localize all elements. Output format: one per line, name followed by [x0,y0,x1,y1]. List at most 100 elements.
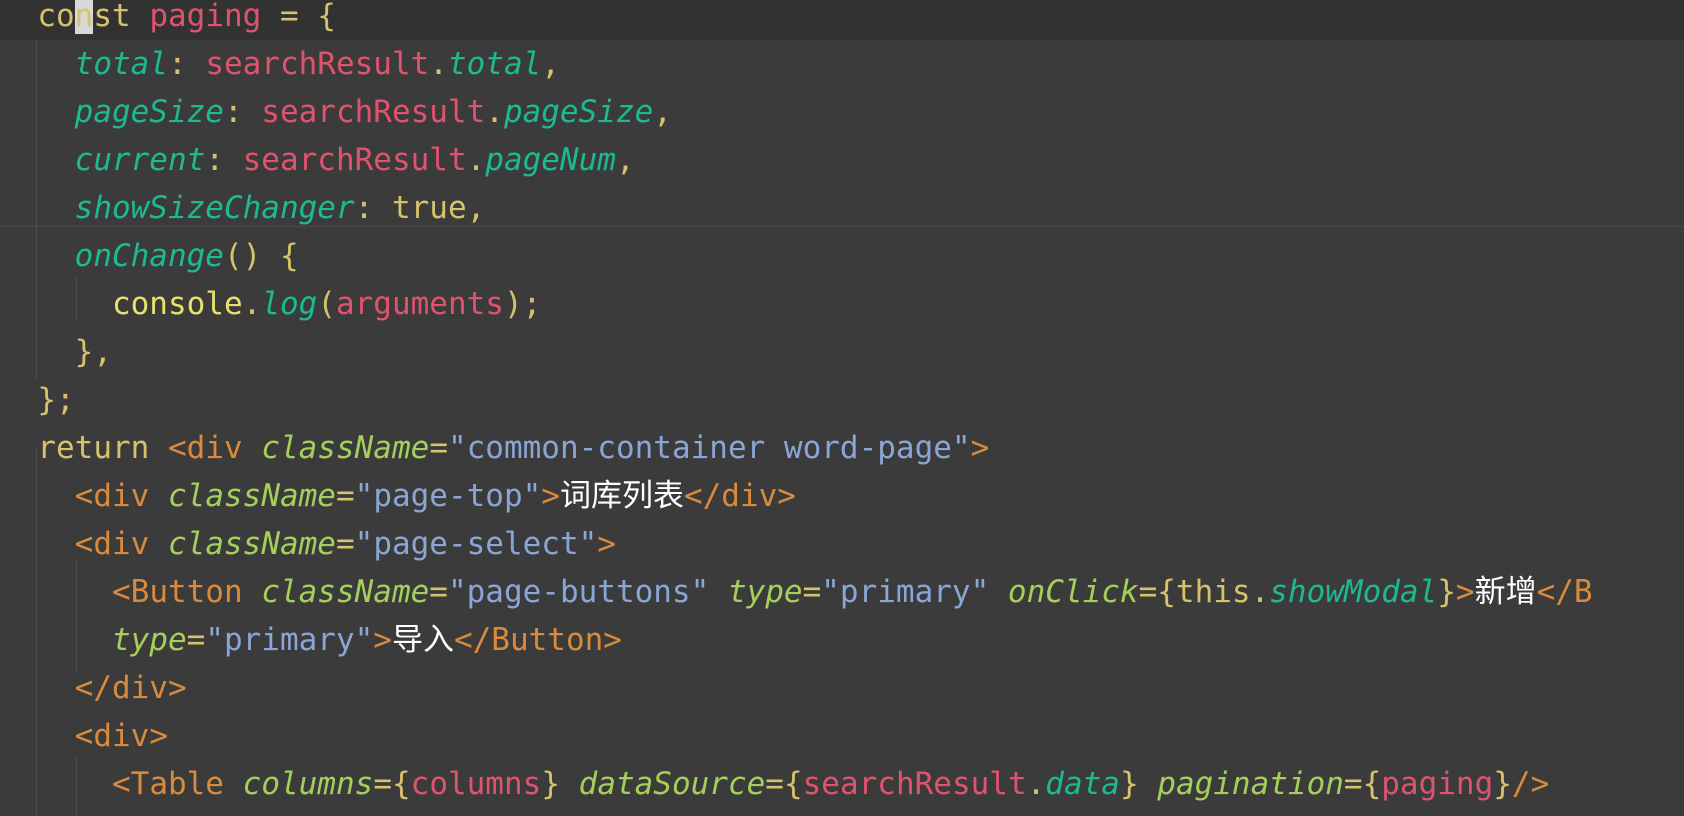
code-token: </ [453,622,492,658]
code-line[interactable]: current: searchResult.pageNum, [0,136,635,184]
code-token: "common-container word-page" [447,430,971,466]
code-token: }, [74,334,112,370]
code-token: < [74,526,94,562]
code-token: = [765,766,784,802]
code-token: > [373,622,392,658]
code-token: : [223,94,262,130]
code-editor[interactable]: const paging = { total: searchResult.tot… [0,0,1684,816]
code-token: "page-select" [354,526,598,562]
code-line[interactable]: <Button className="page-buttons" type="p… [0,568,1593,616]
code-token: div [93,478,150,514]
code-line[interactable]: </div> [0,664,187,712]
code-token: > [777,478,796,514]
code-line[interactable]: total: searchResult.total, [0,40,560,88]
code-token: = [802,574,822,610]
code-token: pageSize [503,94,654,130]
code-line[interactable]: pageSize: searchResult.pageSize, [0,88,672,136]
code-line[interactable]: <div> [0,712,168,760]
code-line[interactable]: }; [0,376,75,424]
code-line[interactable]: const paging = { [0,0,1684,40]
code-token: Button [130,574,243,610]
code-token: < [74,718,94,754]
code-token: className [261,430,430,466]
code-token: searchResult [242,142,467,178]
code-token: < [167,430,187,466]
code-token: searchResult [802,766,1027,802]
code-token: columns [242,766,374,802]
code-token: > [970,430,990,466]
code-token: : [205,142,243,178]
code-line[interactable]: return <div className="common-container … [0,424,989,472]
code-token: } [541,766,560,802]
code-token: className [168,526,336,562]
code-token: Table [130,766,224,802]
code-token: columns [410,766,542,802]
code-token: st [93,0,131,34]
code-token: = [373,766,392,802]
code-line[interactable]: }, [0,328,112,376]
code-line[interactable]: console.log(arguments); [0,280,541,328]
code-token: </B [1536,574,1593,610]
code-token: . [466,142,486,178]
code-token: "primary" [821,574,990,610]
code-token: = [186,622,206,658]
code-token: arguments [335,286,504,322]
code-token: "page-buttons" [447,574,710,610]
code-token: > [167,670,187,706]
code-token: = [335,478,355,514]
code-token: this [1175,574,1251,610]
code-token: . [1026,766,1046,802]
code-line[interactable]: onChange() { [0,232,299,280]
code-token: { [1362,766,1382,802]
code-token: = [1343,766,1363,802]
code-token: dataSource [578,766,766,802]
code-token: pagination [1157,766,1344,802]
code-token: () { [223,238,299,274]
code-token: onChange [74,238,224,274]
code-token: "primary" [205,622,374,658]
code-token: > [603,622,622,658]
code-token: } [1493,766,1512,802]
code-line[interactable]: <div className="page-select"> [0,520,616,568]
code-token: paging [1381,766,1494,802]
code-token: log [261,286,318,322]
code-token: { [1157,574,1176,610]
code-token: = [429,430,448,466]
code-token: ); [503,286,542,322]
code-token: = [429,574,448,610]
code-token: searchResult [261,94,486,130]
code-token: </ [74,670,112,706]
code-token: : [167,46,206,82]
code-line[interactable]: showSizeChanger: true, [0,184,486,232]
code-token: = [1138,574,1158,610]
code-token: div [93,526,150,562]
code-token: className [261,574,430,610]
code-token: . [242,286,262,322]
code-token: { [391,766,411,802]
code-token: < [111,766,131,802]
code-token: } [1437,574,1456,610]
code-token: co [37,0,75,34]
code-token: showModal [1269,574,1438,610]
code-line[interactable]: <Table columns={columns} dataSource={sea… [0,760,1549,808]
code-line[interactable]: <div className="page-top">词库列表</div> [0,472,796,520]
code-token: . [485,94,504,130]
code-line[interactable]: type="primary">导入</Button> [0,616,622,664]
code-token: = [335,526,355,562]
code-token: showSizeChanger [74,190,355,226]
code-token: total [74,46,168,82]
code-token: searchResult [205,46,430,82]
code-token: , [615,142,635,178]
code-token: }; [37,382,75,418]
code-token: > [149,718,168,754]
code-token: total [447,46,542,82]
code-token: div [111,670,168,706]
code-token: , [653,94,672,130]
